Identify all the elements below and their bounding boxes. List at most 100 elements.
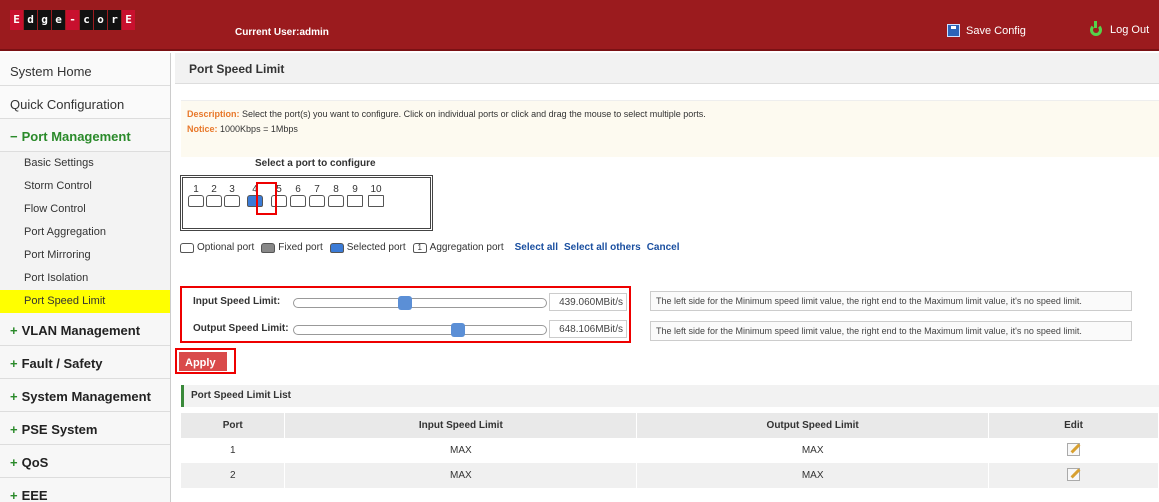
app-window: E d g e - c o r E Current User:admin Sav… (0, 0, 1159, 502)
port-legend: Optional port Fixed port Selected port 1… (180, 242, 679, 253)
input-speed-slider-thumb[interactable] (397, 296, 412, 310)
log-out-button[interactable]: Log Out (1090, 21, 1149, 36)
sidebar-section-label: Fault / Safety (21, 356, 103, 371)
select-all-others-link[interactable]: Select all others (564, 242, 641, 253)
collapse-icon: − (10, 129, 18, 144)
speed-limit-panel: Input Speed Limit: 439.060MBit/s Output … (180, 286, 631, 343)
legend-fixed: Fixed port (278, 242, 323, 253)
input-speed-slider[interactable] (293, 296, 547, 310)
sidebar-item-flow-control[interactable]: Flow Control (0, 198, 170, 221)
output-speed-slider[interactable] (293, 323, 547, 337)
current-user-label: Current User:admin (235, 27, 329, 38)
logo-letter: g (38, 10, 51, 30)
port-number: 1 (193, 184, 199, 195)
description-panel: Description: Select the port(s) you want… (181, 100, 1159, 157)
port-10[interactable] (368, 195, 384, 207)
input-speed-hint: The left side for the Minimum speed limi… (650, 291, 1132, 311)
sidebar-item-system-home[interactable]: System Home (0, 53, 170, 86)
sidebar-section-label: QoS (21, 455, 49, 470)
table-cell: 1 (181, 438, 286, 463)
save-config-label: Save Config (966, 24, 1026, 37)
port-number: 6 (295, 184, 301, 195)
expand-icon: + (10, 389, 18, 404)
port-8[interactable] (328, 195, 344, 207)
sidebar-item-port-isolation[interactable]: Port Isolation (0, 267, 170, 290)
port-2[interactable] (206, 195, 222, 207)
sidebar-section-label: Port Management (21, 129, 131, 144)
logo-letter: E (10, 10, 23, 30)
sidebar-section-system-management[interactable]: + System Management (0, 379, 170, 412)
sidebar-section-label: System Management (21, 389, 151, 404)
sidebar-item-port-speed-limit[interactable]: Port Speed Limit (0, 290, 170, 313)
port-number: 2 (211, 184, 217, 195)
output-speed-slider-thumb[interactable] (450, 323, 465, 337)
port-6[interactable] (290, 195, 306, 207)
legend-optional: Optional port (197, 242, 255, 253)
edgecore-logo: E d g e - c o r E (10, 10, 135, 30)
notice-text: 1000Kbps = 1Mbps (220, 124, 298, 134)
notice-label: Notice: (187, 124, 218, 134)
sidebar: System Home Quick Configuration − Port Ma… (0, 53, 171, 502)
sidebar-item-port-aggregation[interactable]: Port Aggregation (0, 221, 170, 244)
column-header: Input Speed Limit (284, 413, 638, 438)
expand-icon: + (10, 323, 18, 338)
logo-letter: d (24, 10, 37, 30)
input-speed-row: Input Speed Limit: 439.060MBit/s (182, 290, 629, 316)
sidebar-section-pse-system[interactable]: + PSE System (0, 412, 170, 445)
optional-port-icon (180, 242, 194, 253)
port-9[interactable] (347, 195, 363, 207)
selected-port-highlight (256, 182, 277, 215)
save-disk-icon (947, 24, 960, 37)
port-3[interactable] (224, 195, 240, 207)
table-header-row: Port Input Speed Limit Output Speed Limi… (181, 413, 1159, 438)
port-1[interactable] (188, 195, 204, 207)
fixed-port-icon (261, 242, 276, 253)
select-all-link[interactable]: Select all (515, 242, 558, 253)
port-select-title: Select a port to configure (255, 158, 376, 169)
output-speed-row: Output Speed Limit: 648.106MBit/s (182, 317, 629, 343)
logo-letter: r (108, 10, 121, 30)
table-cell: MAX (636, 438, 990, 463)
sidebar-item-quick-configuration[interactable]: Quick Configuration (0, 86, 170, 119)
port-number: 10 (370, 184, 382, 195)
table-cell: MAX (284, 463, 638, 488)
sidebar-section-label: PSE System (21, 422, 98, 437)
output-speed-label: Output Speed Limit: (193, 323, 289, 334)
edit-icon[interactable] (1067, 467, 1081, 481)
apply-button[interactable]: Apply (179, 352, 227, 371)
port-7[interactable] (309, 195, 325, 207)
description-text: Select the port(s) you want to configure… (242, 109, 706, 119)
save-config-button[interactable]: Save Config (947, 24, 1026, 37)
speed-limit-table: Port Input Speed Limit Output Speed Limi… (181, 413, 1159, 488)
cancel-link[interactable]: Cancel (647, 242, 680, 253)
sidebar-item-storm-control[interactable]: Storm Control (0, 175, 170, 198)
legend-selected: Selected port (346, 242, 406, 253)
sidebar-section-qos[interactable]: + QoS (0, 445, 170, 478)
edit-icon[interactable] (1067, 442, 1081, 456)
sidebar-section-vlan-management[interactable]: + VLAN Management (0, 313, 170, 346)
output-speed-hint: The left side for the Minimum speed limi… (650, 321, 1132, 341)
port-panel: 1 2 3 4 5 6 7 8 9 10 (180, 175, 433, 231)
table-cell: 2 (181, 463, 286, 488)
table-row: 2 MAX MAX (181, 463, 1159, 488)
sidebar-section-port-management[interactable]: − Port Management (0, 119, 170, 152)
list-title: Port Speed Limit List (181, 385, 1159, 407)
sidebar-item-port-mirroring[interactable]: Port Mirroring (0, 244, 170, 267)
port-number: 9 (352, 184, 358, 195)
sidebar-section-label: EEE (21, 488, 48, 502)
expand-icon: + (10, 455, 18, 470)
sidebar-section-label: VLAN Management (21, 323, 141, 338)
column-header: Output Speed Limit (636, 413, 990, 438)
table-cell: MAX (284, 438, 638, 463)
column-header: Edit (988, 413, 1159, 438)
page-title: Port Speed Limit (175, 53, 1159, 84)
sidebar-section-eee[interactable]: + EEE (0, 478, 170, 502)
expand-icon: + (10, 488, 18, 502)
sidebar-section-fault-safety[interactable]: + Fault / Safety (0, 346, 170, 379)
logo-letter: c (80, 10, 93, 30)
input-speed-label: Input Speed Limit: (193, 296, 281, 307)
table-row: 1 MAX MAX (181, 438, 1159, 463)
aggregation-port-icon: 1 (412, 242, 427, 253)
sidebar-item-basic-settings[interactable]: Basic Settings (0, 152, 170, 175)
legend-aggregation: Aggregation port (429, 242, 504, 253)
